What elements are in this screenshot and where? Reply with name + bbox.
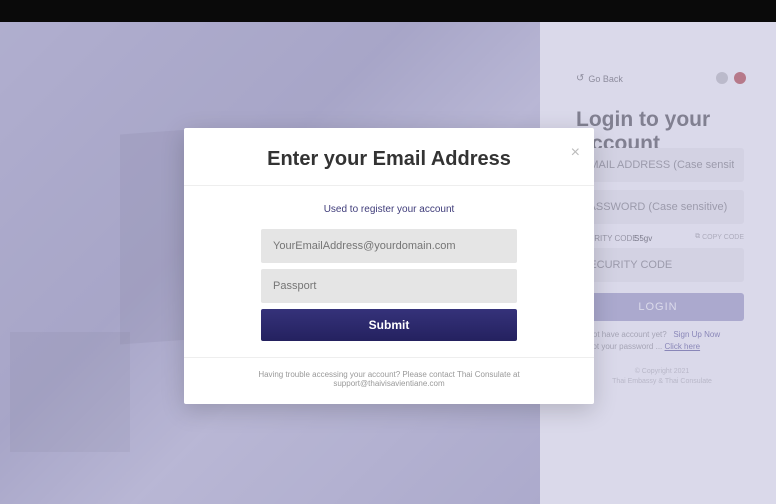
modal-email-field[interactable]: [261, 229, 517, 263]
modal-header: Enter your Email Address ×: [184, 128, 594, 186]
modal-submit-button[interactable]: Submit: [261, 309, 517, 341]
modal-body: Used to register your account Submit: [184, 186, 594, 357]
modal-close-button[interactable]: ×: [571, 144, 580, 162]
modal-footer-text: Having trouble accessing your account? P…: [208, 370, 570, 388]
modal-info-text: Used to register your account: [244, 204, 534, 215]
forgot-password-modal: Enter your Email Address × Used to regis…: [184, 128, 594, 404]
window-top-bar: [0, 0, 776, 22]
modal-passport-field[interactable]: [261, 269, 517, 303]
close-icon: ×: [571, 144, 580, 161]
modal-footer: Having trouble accessing your account? P…: [184, 357, 594, 404]
modal-title: Enter your Email Address: [202, 148, 576, 171]
